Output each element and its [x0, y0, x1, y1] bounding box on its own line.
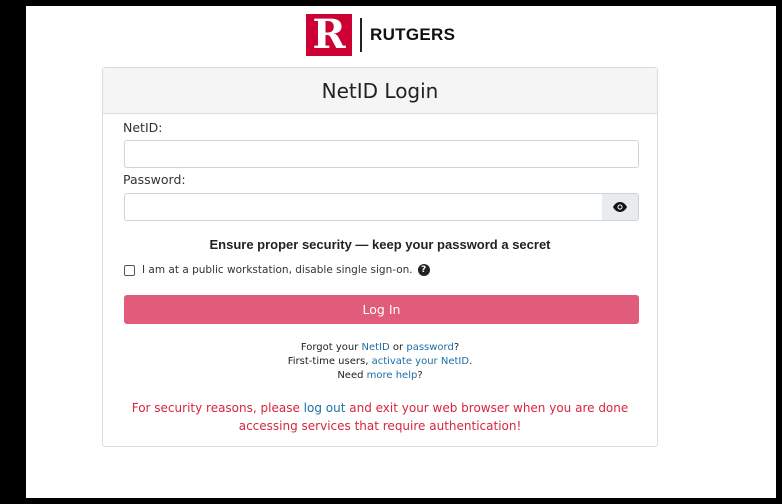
period-text: . [469, 356, 473, 367]
forgot-credentials-line: Forgot your NetID or password? [103, 341, 657, 354]
login-button[interactable]: Log In [124, 295, 639, 324]
more-help-link[interactable]: more help [367, 370, 418, 381]
public-workstation-option: I am at a public workstation, disable si… [124, 264, 430, 276]
question-mark-text: ? [453, 342, 460, 353]
window-border-left [0, 0, 26, 504]
security-warning: For security reasons, please log out and… [103, 399, 657, 435]
window-border-bottom [0, 498, 782, 504]
more-help-line: Need more help? [103, 369, 657, 382]
login-title: NetID Login [103, 68, 657, 114]
or-text: or [389, 342, 407, 353]
logout-link[interactable]: log out [304, 401, 346, 415]
question-mark-text: ? [417, 370, 423, 381]
password-label: Password: [123, 172, 186, 187]
netid-label: NetID: [123, 120, 163, 135]
login-card: NetID Login NetID: Password: Ensure prop… [102, 67, 658, 447]
window-border-right [776, 0, 782, 504]
logo-wordmark: RUTGERS [370, 25, 456, 44]
rutgers-logo: R RUTGERS [306, 14, 455, 56]
question-circle-icon[interactable]: ? [417, 264, 430, 276]
need-text: Need [337, 370, 367, 381]
password-input[interactable] [124, 193, 603, 221]
logo-divider [360, 18, 362, 52]
public-workstation-label[interactable]: I am at a public workstation, disable si… [142, 264, 413, 276]
first-time-text: First-time users, [287, 356, 372, 367]
warning-text-start: For security reasons, please [131, 401, 304, 415]
activate-netid-link[interactable]: activate your NetID [372, 356, 470, 367]
forgot-netid-link[interactable]: NetID [362, 342, 390, 353]
first-time-line: First-time users, activate your NetID. [103, 355, 657, 368]
rutgers-r-icon: R [306, 14, 352, 56]
forgot-text: Forgot your [300, 342, 362, 353]
security-note: Ensure proper security — keep your passw… [209, 237, 551, 252]
forgot-password-link[interactable]: password [406, 342, 453, 353]
page: R RUTGERS NetID Login NetID: Password: E… [26, 6, 776, 498]
show-password-button[interactable] [602, 193, 639, 221]
eye-icon [613, 202, 627, 212]
public-workstation-checkbox[interactable] [124, 264, 135, 276]
netid-input[interactable] [124, 140, 639, 168]
